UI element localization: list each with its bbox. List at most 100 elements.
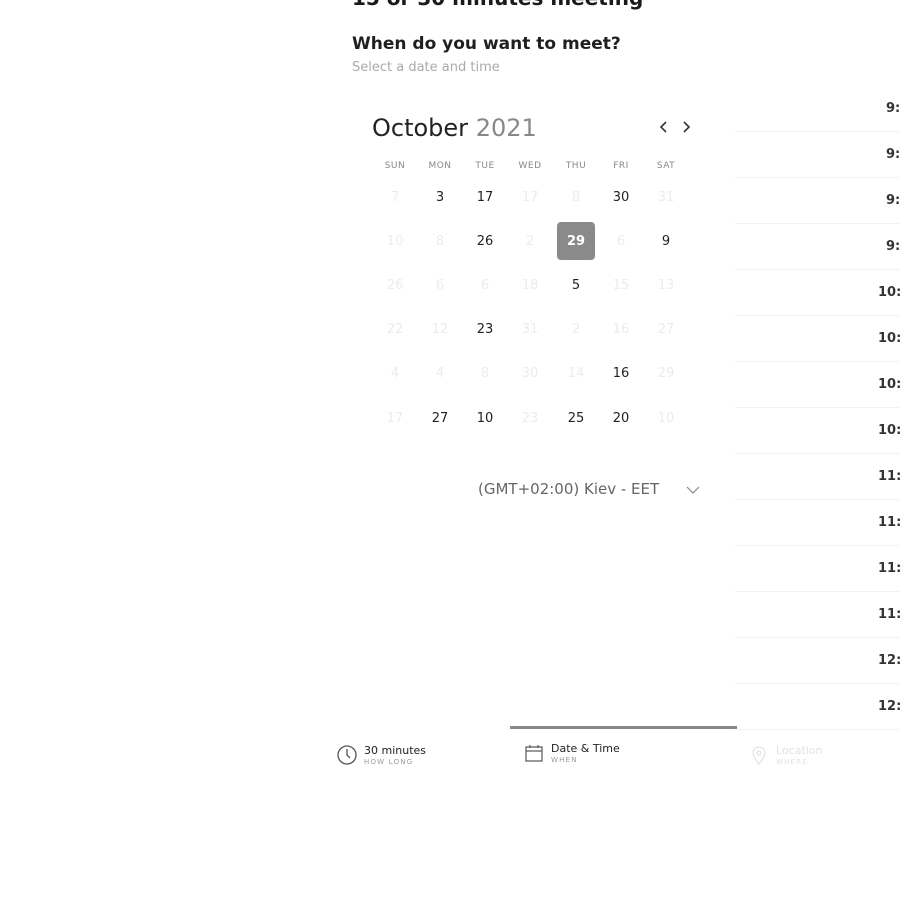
- calendar-month: October: [372, 114, 469, 142]
- chevron-right-icon: [683, 121, 691, 133]
- weekday-label: SAT: [656, 161, 676, 171]
- time-slot-label: 10:15: [878, 330, 900, 346]
- step-caption: HOW LONG: [364, 757, 414, 766]
- time-slot-label: 9:15: [886, 146, 900, 162]
- calendar-day[interactable]: 20: [602, 399, 640, 437]
- time-slot[interactable]: 9:15: [735, 131, 900, 178]
- calendar-icon: [525, 745, 543, 762]
- calendar-day: 14: [567, 365, 585, 381]
- calendar-year: 2021: [475, 114, 537, 142]
- calendar-day: 7: [390, 189, 400, 205]
- calendar-month-year: October 2021: [372, 114, 537, 142]
- calendar-day: 15: [612, 277, 630, 293]
- clock-icon: [337, 745, 357, 765]
- calendar-day: 6: [435, 277, 445, 293]
- time-slot-label: 10:30: [878, 376, 900, 392]
- weekday-label: FRI: [613, 161, 629, 171]
- timezone-select[interactable]: (GMT+02:00) Kiev - EET: [478, 480, 659, 498]
- calendar-day: 8: [480, 365, 490, 381]
- calendar-day: 2: [571, 321, 581, 337]
- time-slot[interactable]: 9:30: [735, 177, 900, 224]
- time-slot[interactable]: 10:45: [735, 407, 900, 454]
- step-date-time[interactable]: Date & Time WHEN: [523, 738, 620, 768]
- calendar-day: 30: [521, 365, 539, 381]
- time-slot[interactable]: 10:15: [735, 315, 900, 362]
- calendar-weekdays: SUN MON TUE WED THU FRI SAT: [372, 161, 688, 175]
- step-label: 30 minutes: [364, 743, 427, 757]
- time-slot[interactable]: 9:45: [735, 223, 900, 270]
- time-slot-label: 11:45: [878, 606, 900, 622]
- calendar-day: 26: [386, 277, 404, 293]
- page-title: 15 or 30 minutes meeting: [352, 0, 643, 10]
- calendar-day[interactable]: 16: [602, 354, 640, 392]
- weekday-label: SUN: [384, 161, 406, 171]
- time-slot-label: 11:15: [878, 514, 900, 530]
- calendar-day: 10: [386, 233, 404, 249]
- step-label: Date & Time: [551, 741, 620, 755]
- calendar-day: 16: [612, 321, 630, 337]
- time-slot-label: 9:00: [886, 100, 900, 116]
- calendar-day: 4: [435, 365, 445, 381]
- meet-heading: When do you want to meet?: [352, 34, 621, 54]
- calendar-day[interactable]: 25: [557, 399, 595, 437]
- calendar-day: 23: [521, 410, 539, 426]
- calendar-day: 8: [571, 189, 581, 205]
- location-pin-icon: [752, 746, 766, 765]
- calendar-day: 2: [525, 233, 535, 249]
- time-slot[interactable]: 12:15: [735, 683, 900, 730]
- step-label: Location: [776, 743, 823, 757]
- time-slot-label: 10:00: [878, 284, 900, 300]
- time-slot[interactable]: 10:00: [735, 269, 900, 316]
- time-slot-label: 9:30: [886, 192, 900, 208]
- calendar-day[interactable]: 17: [466, 178, 504, 216]
- calendar-day: 6: [616, 233, 626, 249]
- time-slot-label: 11:30: [878, 560, 900, 576]
- calendar-day: 18: [521, 277, 539, 293]
- time-slot-label: 10:45: [878, 422, 900, 438]
- step-location[interactable]: Location WHERE: [748, 740, 823, 770]
- calendar-day: 17: [521, 189, 539, 205]
- calendar-day[interactable]: 3: [421, 178, 459, 216]
- calendar-day: 12: [431, 321, 449, 337]
- time-slot-label: 9:45: [886, 238, 900, 254]
- time-slot[interactable]: 12:00: [735, 637, 900, 684]
- calendar-day: 27: [657, 321, 675, 337]
- calendar-day[interactable]: 9: [647, 222, 685, 260]
- time-slot-label: 11:00: [878, 468, 900, 484]
- calendar-day[interactable]: 23: [466, 310, 504, 348]
- calendar-day: 8: [435, 233, 445, 249]
- meet-subheading: Select a date and time: [352, 60, 500, 75]
- calendar-day: 31: [657, 189, 675, 205]
- time-slot[interactable]: 9:00: [735, 85, 900, 132]
- calendar-day[interactable]: 30: [602, 178, 640, 216]
- time-slot-label: 12:00: [878, 652, 900, 668]
- time-slot[interactable]: 11:00: [735, 453, 900, 500]
- calendar-day[interactable]: 26: [466, 222, 504, 260]
- calendar-day: 6: [480, 277, 490, 293]
- weekday-label: TUE: [475, 161, 495, 171]
- calendar-day-selected[interactable]: 29: [557, 222, 595, 260]
- next-month-button[interactable]: [676, 115, 696, 139]
- calendar-day: 10: [657, 410, 675, 426]
- calendar-day: 31: [521, 321, 539, 337]
- step-duration[interactable]: 30 minutes HOW LONG: [336, 740, 426, 770]
- time-slot[interactable]: 11:30: [735, 545, 900, 592]
- time-slot[interactable]: 11:15: [735, 499, 900, 546]
- weekday-label: THU: [565, 161, 587, 171]
- calendar-day[interactable]: 5: [557, 266, 595, 304]
- active-step-indicator: [510, 726, 737, 729]
- weekday-label: MON: [428, 161, 452, 171]
- previous-month-button[interactable]: [654, 115, 674, 139]
- calendar-day[interactable]: 10: [466, 399, 504, 437]
- chevron-left-icon: [659, 121, 667, 133]
- chevron-down-icon[interactable]: [685, 482, 701, 498]
- calendar-day: 4: [390, 365, 400, 381]
- time-slot[interactable]: 11:45: [735, 591, 900, 638]
- calendar-day: 22: [386, 321, 404, 337]
- calendar-day[interactable]: 27: [421, 399, 459, 437]
- step-caption: WHEN: [551, 755, 578, 764]
- step-caption: WHERE: [776, 757, 808, 766]
- time-slot[interactable]: 10:30: [735, 361, 900, 408]
- time-slot-label: 12:15: [878, 698, 900, 714]
- step-navigation: 30 minutes HOW LONG Date & Time WHEN Loc…: [330, 726, 900, 776]
